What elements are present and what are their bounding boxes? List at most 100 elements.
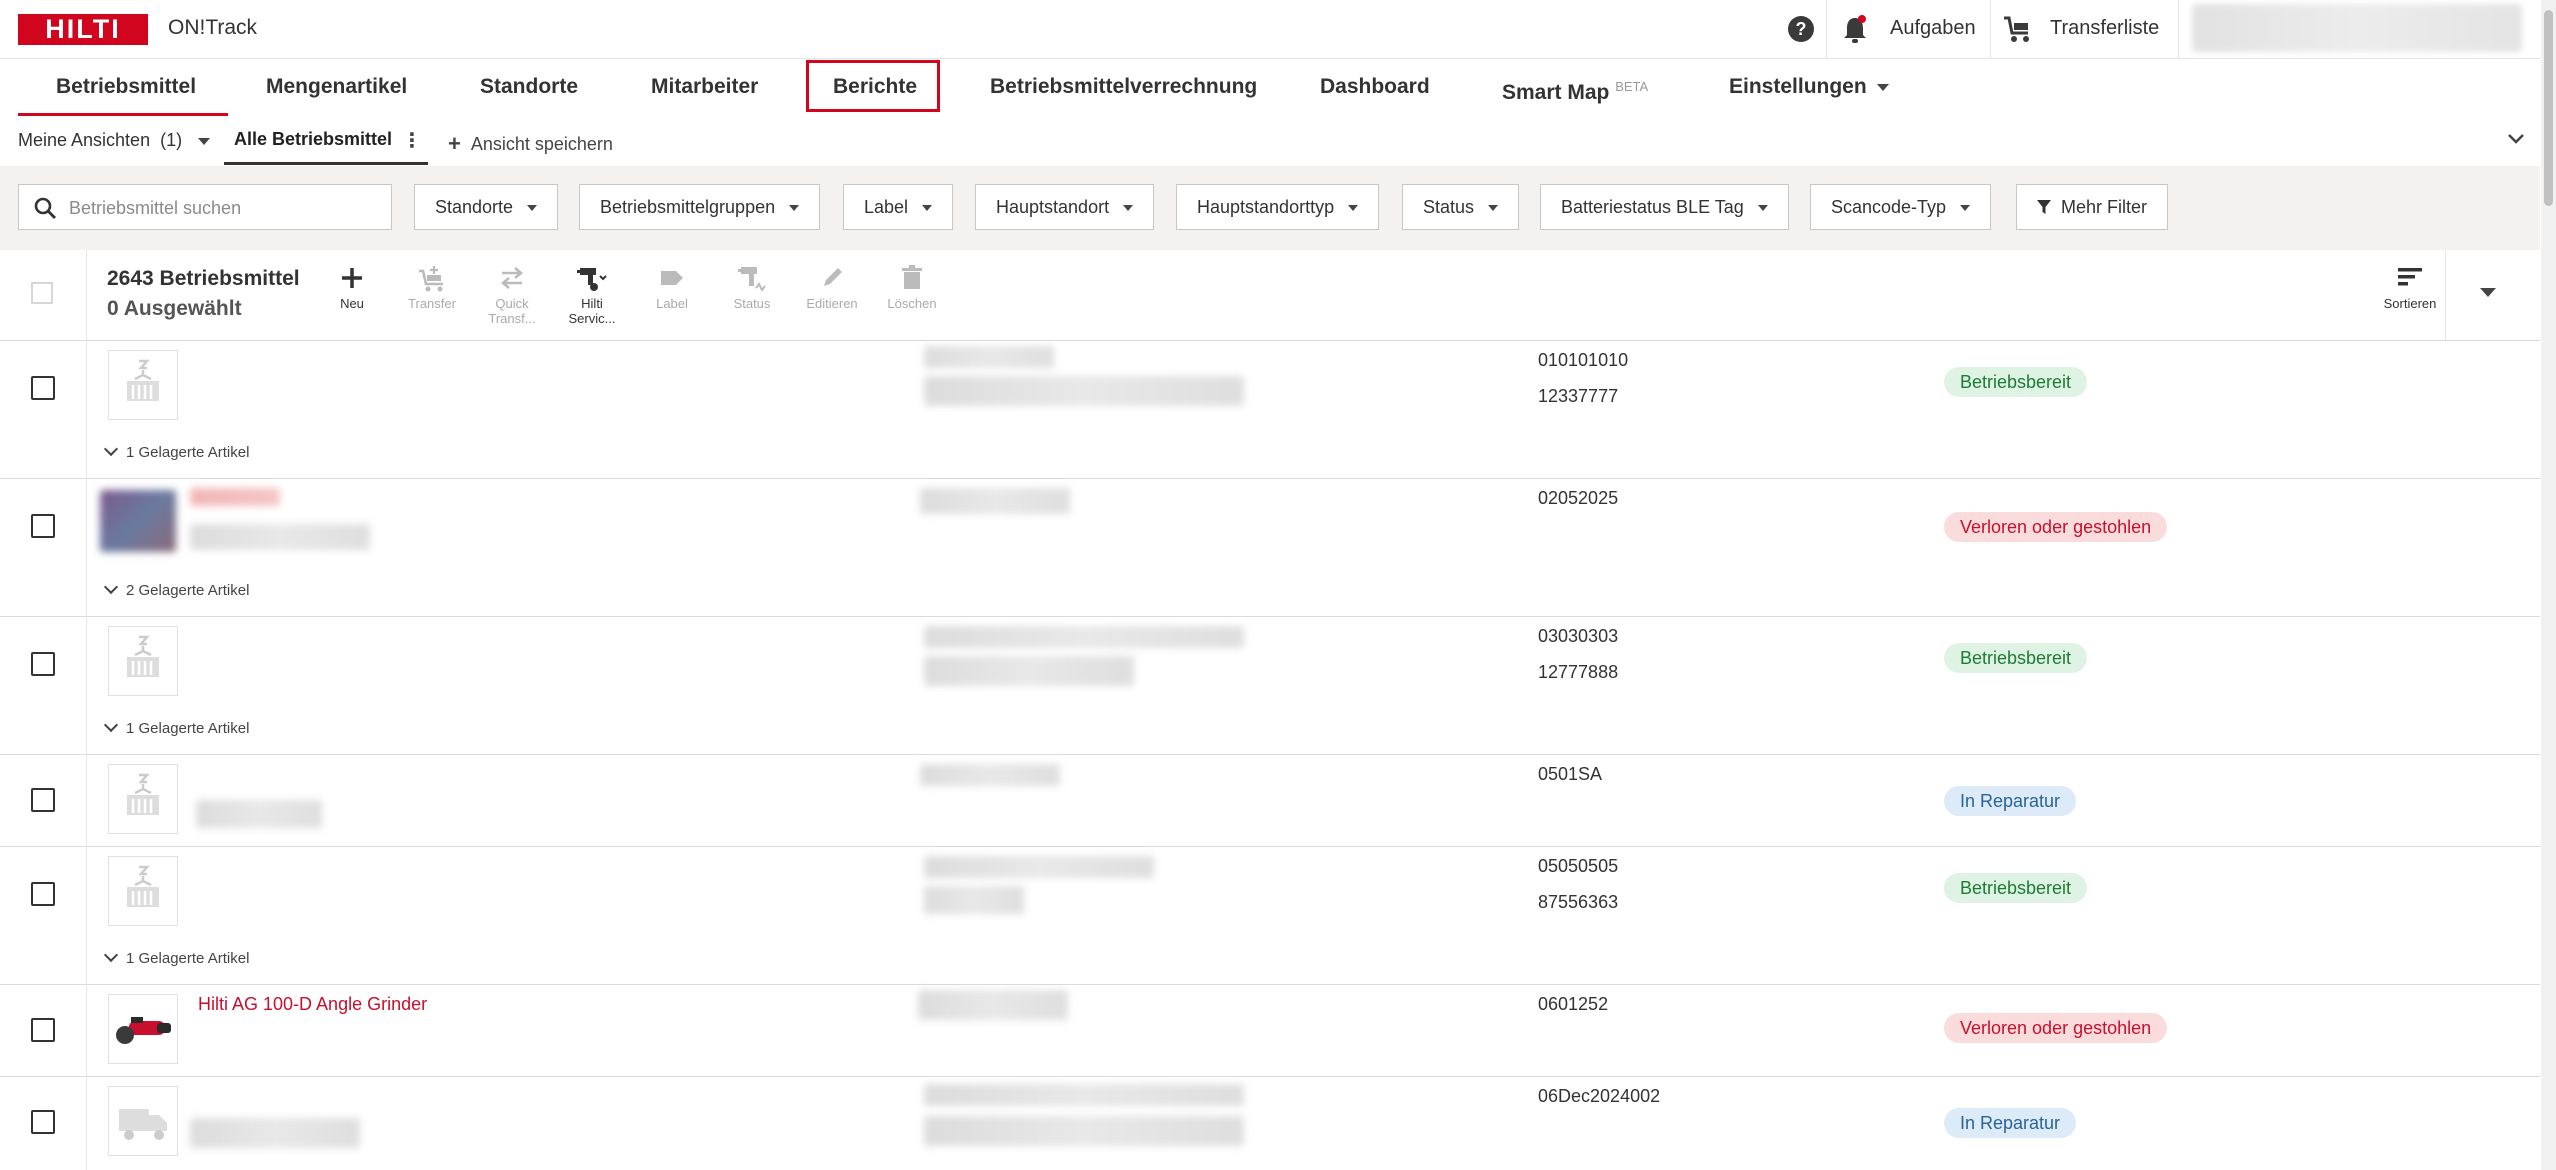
filter-batteriestatus-ble-tag[interactable]: Batteriestatus BLE Tag	[1540, 184, 1789, 230]
filter-status[interactable]: Status	[1402, 184, 1520, 230]
filter-label: Betriebsmittelgruppen	[600, 197, 776, 217]
toolbar-divider	[2445, 250, 2446, 340]
hilti-logo[interactable]: HILTI	[18, 14, 148, 45]
nav-tab-smart-map[interactable]: Smart Map BETA	[1502, 58, 1648, 116]
filter-hauptstandort[interactable]: Hauptstandort	[975, 184, 1155, 230]
my-views-label: Meine Ansichten (1)	[18, 130, 183, 150]
filter-label: Batteriestatus BLE Tag	[1561, 197, 1744, 217]
search-input[interactable]	[67, 187, 381, 229]
cart-icon[interactable]	[2002, 14, 2034, 44]
nav-tab-betriebsmittelverrechnung[interactable]: Betriebsmittelverrechnung	[990, 58, 1257, 116]
sort-button[interactable]: Sortieren	[2374, 262, 2446, 311]
more-filters-button[interactable]: Mehr Filter	[2016, 184, 2169, 230]
table-row[interactable]: 0501SA In Reparatur	[0, 754, 2540, 847]
filter-betriebsmittelgruppen[interactable]: Betriebsmittelgruppen	[579, 184, 821, 230]
row-checkbox[interactable]	[31, 882, 55, 906]
row-checkbox[interactable]	[31, 652, 55, 676]
nav-tab-label: Smart Map	[1502, 81, 1610, 104]
label-button[interactable]: Label	[636, 262, 708, 311]
redacted-text	[190, 1118, 360, 1148]
scancode-primary: 0501SA	[1538, 764, 1603, 784]
redacted-text	[924, 626, 1244, 648]
redacted-text	[924, 376, 1244, 406]
nav-tab-betriebsmittel[interactable]: Betriebsmittel	[56, 58, 196, 116]
beta-badge: BETA	[1615, 79, 1649, 94]
chevron-down-icon	[103, 717, 119, 733]
redacted-text	[924, 1084, 1244, 1106]
logo-text: HILTI	[45, 14, 121, 44]
table-row[interactable]: 02052025 Verloren oder gestohlen 2 Gelag…	[0, 478, 2540, 617]
row-checkbox[interactable]	[31, 788, 55, 812]
tool-label: Löschen	[887, 296, 937, 311]
tasks-link[interactable]: Aufgaben	[1890, 17, 1976, 40]
current-view-tab[interactable]: Alle Betriebsmittel	[234, 129, 392, 150]
column-divider	[86, 250, 87, 340]
quick-transfer-button[interactable]: Quick Transf...	[476, 262, 548, 326]
row-checkbox[interactable]	[31, 1018, 55, 1042]
asset-list: 010101010 12337777 Betriebsbereit 1 Gela…	[0, 340, 2540, 1170]
stored-items-toggle[interactable]: 1 Gelagerte Artikel	[103, 947, 250, 967]
app-title: ON!Track	[168, 16, 258, 39]
nav-tab-mengenartikel[interactable]: Mengenartikel	[266, 58, 407, 116]
sort-icon	[2398, 268, 2422, 286]
hilti-service-button[interactable]: Hilti Servic...	[556, 262, 628, 326]
select-all-checkbox[interactable]	[31, 282, 53, 304]
views-bar: Meine Ansichten (1) Alle Betriebsmittel …	[0, 116, 2540, 167]
status-button[interactable]: Status	[716, 262, 788, 311]
user-account-menu[interactable]	[2192, 4, 2522, 52]
nav-tab-standorte[interactable]: Standorte	[480, 58, 578, 116]
table-row[interactable]: Hilti AG 100-D Angle Grinder 0601252 Ver…	[0, 984, 2540, 1077]
row-checkbox[interactable]	[31, 376, 55, 400]
filter-hauptstandorttyp[interactable]: Hauptstandorttyp	[1176, 184, 1380, 230]
status-badge: Verloren oder gestohlen	[1944, 512, 2168, 542]
row-checkbox[interactable]	[31, 1110, 55, 1134]
scrollbar-thumb[interactable]	[2544, 10, 2553, 206]
nav-tab-dashboard[interactable]: Dashboard	[1320, 58, 1430, 116]
stored-items-label: 1 Gelagerte Artikel	[126, 950, 250, 967]
filter-label-filter[interactable]: Label	[843, 184, 954, 230]
scancode-secondary: 12337777	[1538, 386, 1619, 406]
search-field[interactable]	[18, 184, 392, 230]
redacted-text	[924, 856, 1154, 878]
edit-button[interactable]: Editieren	[796, 262, 868, 311]
asset-placeholder-icon	[127, 359, 159, 401]
caret-down-icon	[1123, 205, 1134, 212]
drill-status-icon	[738, 267, 766, 292]
tool-label: Neu	[340, 296, 364, 311]
stored-items-toggle[interactable]: 1 Gelagerte Artikel	[103, 441, 249, 461]
angle-grinder-icon	[116, 1017, 171, 1044]
table-row[interactable]: 010101010 12337777 Betriebsbereit 1 Gela…	[0, 340, 2540, 479]
column-divider	[86, 984, 87, 1076]
asset-name-link[interactable]: Hilti AG 100-D Angle Grinder	[198, 994, 427, 1015]
my-views-dropdown[interactable]: Meine Ansichten (1)	[18, 130, 211, 151]
header-divider	[1826, 0, 1827, 58]
table-row[interactable]: 05050505 87556363 Betriebsbereit 1 Gelag…	[0, 846, 2540, 985]
bell-icon[interactable]	[1840, 14, 1870, 46]
chevron-down-icon	[103, 947, 119, 963]
scancode-secondary: 12777888	[1538, 662, 1619, 682]
transfer-button[interactable]: Transfer	[396, 262, 468, 311]
stored-items-label: 1 Gelagerte Artikel	[126, 720, 250, 737]
stored-items-toggle[interactable]: 1 Gelagerte Artikel	[103, 717, 250, 737]
redacted-text	[190, 524, 370, 550]
nav-tab-mitarbeiter[interactable]: Mitarbeiter	[651, 58, 758, 116]
table-row[interactable]: 03030303 12777888 Betriebsbereit 1 Gelag…	[0, 616, 2540, 755]
view-options-icon[interactable]: ⋮	[402, 128, 422, 153]
filter-standorte[interactable]: Standorte	[414, 184, 559, 230]
stored-items-toggle[interactable]: 2 Gelagerte Artikel	[103, 579, 249, 599]
filter-scancode-typ[interactable]: Scancode-Typ	[1810, 184, 1992, 230]
new-button[interactable]: Neu	[316, 262, 388, 311]
tool-label: Hilti Servic...	[568, 296, 616, 326]
caret-down-icon[interactable]	[2480, 288, 2496, 297]
transfer-list-link[interactable]: Transferliste	[2050, 17, 2159, 40]
asset-thumbnail	[108, 626, 178, 696]
save-view-button[interactable]: + Ansicht speichern	[448, 130, 613, 156]
row-checkbox[interactable]	[31, 514, 55, 538]
filter-label: Scancode-Typ	[1831, 197, 1947, 217]
chevron-down-icon[interactable]	[2505, 128, 2527, 150]
nav-tab-einstellungen[interactable]: Einstellungen	[1729, 58, 1889, 116]
delete-button[interactable]: Löschen	[876, 262, 948, 311]
help-icon[interactable]: ?	[1788, 16, 1814, 42]
table-row[interactable]: 06Dec2024002 In Reparatur	[0, 1076, 2540, 1170]
asset-thumbnail	[108, 1086, 178, 1156]
